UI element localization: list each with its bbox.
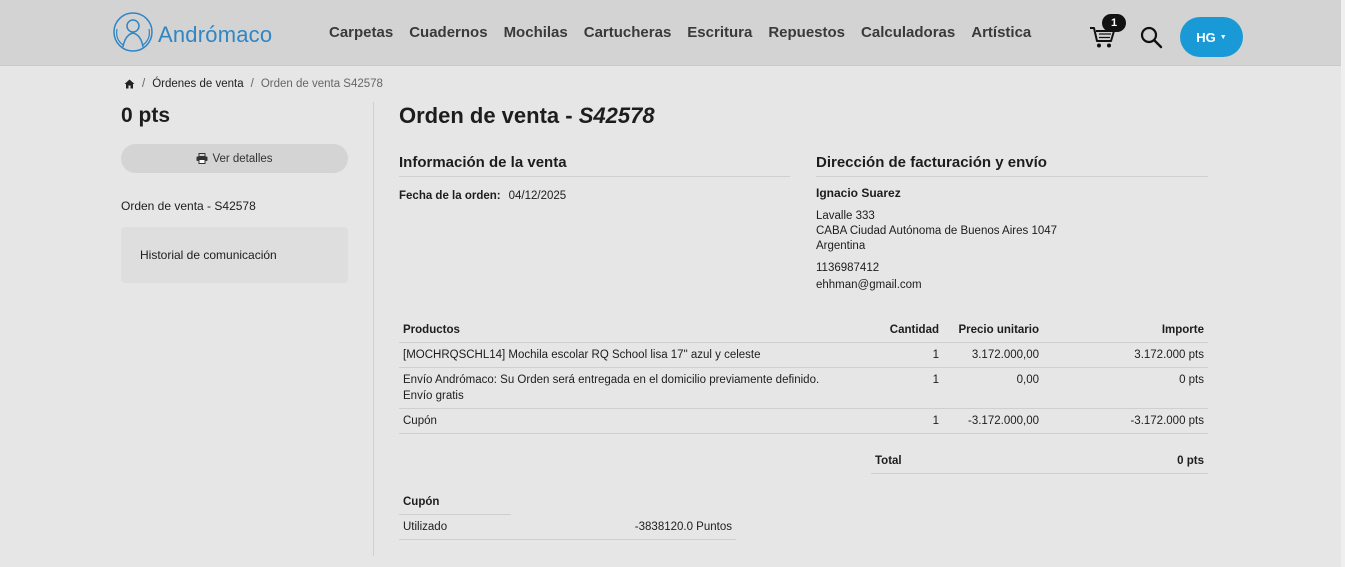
address-country: Argentina: [816, 240, 866, 252]
home-icon[interactable]: [124, 79, 135, 89]
col-header-qty: Cantidad: [877, 318, 943, 343]
row-qty: 1: [877, 342, 943, 368]
table-row: Cupón 1 -3.172.000,00 -3.172.000 pts: [399, 408, 1208, 434]
nav-item-calculadoras[interactable]: Calculadoras: [861, 24, 955, 41]
col-header-amount: Importe: [1043, 318, 1208, 343]
table-header-row: Productos Cantidad Precio unitario Impor…: [399, 318, 1208, 343]
row-product: Envío Andrómaco: Su Orden será entregada…: [399, 367, 877, 409]
total-value: 0 pts: [1177, 455, 1204, 467]
breadcrumb-sales-orders[interactable]: Órdenes de venta: [152, 78, 243, 90]
brand-logo[interactable]: Andrómaco: [111, 11, 272, 53]
table-row: [MOCHRQSCHL14] Mochila escolar RQ School…: [399, 342, 1208, 368]
view-details-label: Ver detalles: [212, 152, 273, 165]
table-row: Envío Andrómaco: Su Orden será entregada…: [399, 367, 1208, 409]
sidebar-order-link[interactable]: Orden de venta - S42578: [121, 199, 256, 213]
sidebar-communication-history[interactable]: Historial de comunicación: [121, 227, 348, 283]
communication-history-label: Historial de comunicación: [140, 248, 277, 262]
order-number: S42578: [578, 103, 655, 128]
row-qty: 1: [877, 367, 943, 409]
coupon-used-value: -3838120.0 Puntos: [634, 521, 732, 533]
row-amount: -3.172.000 pts: [1043, 408, 1208, 434]
order-date-value: 04/12/2025: [508, 190, 567, 202]
breadcrumb-separator: /: [142, 78, 146, 90]
column-divider: [373, 102, 374, 556]
nav-item-repuestos[interactable]: Repuestos: [768, 24, 845, 41]
row-qty: 1: [877, 408, 943, 434]
row-product-line2: Envío gratis: [403, 389, 464, 402]
row-product: Cupón: [399, 408, 877, 434]
address-city: CABA Ciudad Autónoma de Buenos Aires 104…: [816, 225, 1058, 237]
title-prefix: Orden de venta -: [399, 103, 579, 128]
order-lines-table: Productos Cantidad Precio unitario Impor…: [399, 318, 1208, 434]
page-scrollbar[interactable]: [1341, 0, 1345, 567]
order-date-label: Fecha de la orden:: [399, 190, 501, 202]
address-street: Lavalle 333: [816, 210, 875, 222]
main-nav: Carpetas Cuadernos Mochilas Cartucheras …: [329, 24, 1047, 41]
cart-count-badge: 1: [1102, 14, 1126, 32]
row-product: [MOCHRQSCHL14] Mochila escolar RQ School…: [399, 342, 877, 368]
nav-item-artistica[interactable]: Artística: [971, 24, 1031, 41]
sale-info-title: Información de la venta: [399, 154, 790, 177]
user-menu-button[interactable]: HG ▼: [1180, 17, 1243, 57]
view-details-button[interactable]: Ver detalles: [121, 144, 348, 173]
top-header: Andrómaco Carpetas Cuadernos Mochilas Ca…: [0, 0, 1345, 66]
brand-name: Andrómaco: [158, 22, 273, 47]
customer-name: Ignacio Suarez: [816, 186, 901, 200]
row-unit-price: -3.172.000,00: [943, 408, 1043, 434]
nav-item-carpetas[interactable]: Carpetas: [329, 24, 393, 41]
order-date-row: Fecha de la orden: 04/12/2025: [399, 190, 566, 202]
row-amount: 0 pts: [1043, 367, 1208, 409]
coupon-used-row: Utilizado -3838120.0 Puntos: [399, 515, 736, 540]
row-unit-price: 0,00: [943, 367, 1043, 409]
nav-item-mochilas[interactable]: Mochilas: [504, 24, 568, 41]
row-product-line1: Envío Andrómaco: Su Orden será entregada…: [403, 373, 820, 386]
nav-item-escritura[interactable]: Escritura: [687, 24, 752, 41]
nav-item-cartucheras[interactable]: Cartucheras: [584, 24, 672, 41]
user-initials: HG: [1196, 29, 1216, 45]
coupon-used-label: Utilizado: [403, 521, 448, 533]
search-icon[interactable]: [1139, 25, 1163, 49]
brand-emblem-icon: [113, 12, 153, 52]
row-unit-price: 3.172.000,00: [943, 342, 1043, 368]
order-total-row: Total 0 pts: [871, 449, 1208, 474]
caret-down-icon: ▼: [1219, 33, 1227, 41]
print-icon: [196, 153, 208, 164]
total-label: Total: [875, 455, 902, 467]
coupon-section-title: Cupón: [399, 490, 511, 515]
col-header-product: Productos: [399, 318, 877, 343]
nav-item-cuadernos[interactable]: Cuadernos: [409, 24, 487, 41]
billing-address-title: Dirección de facturación y envío: [816, 154, 1208, 177]
customer-email: ehhman@gmail.com: [816, 279, 922, 291]
customer-phone: 1136987412: [816, 262, 880, 274]
breadcrumb: / Órdenes de venta / Orden de venta S425…: [124, 78, 383, 90]
col-header-unit-price: Precio unitario: [943, 318, 1043, 343]
page-title: Orden de venta - S42578: [399, 103, 655, 129]
breadcrumb-current: Orden de venta S42578: [260, 78, 383, 90]
breadcrumb-separator: /: [250, 78, 254, 90]
points-balance: 0 pts: [121, 104, 171, 127]
row-amount: 3.172.000 pts: [1043, 342, 1208, 368]
